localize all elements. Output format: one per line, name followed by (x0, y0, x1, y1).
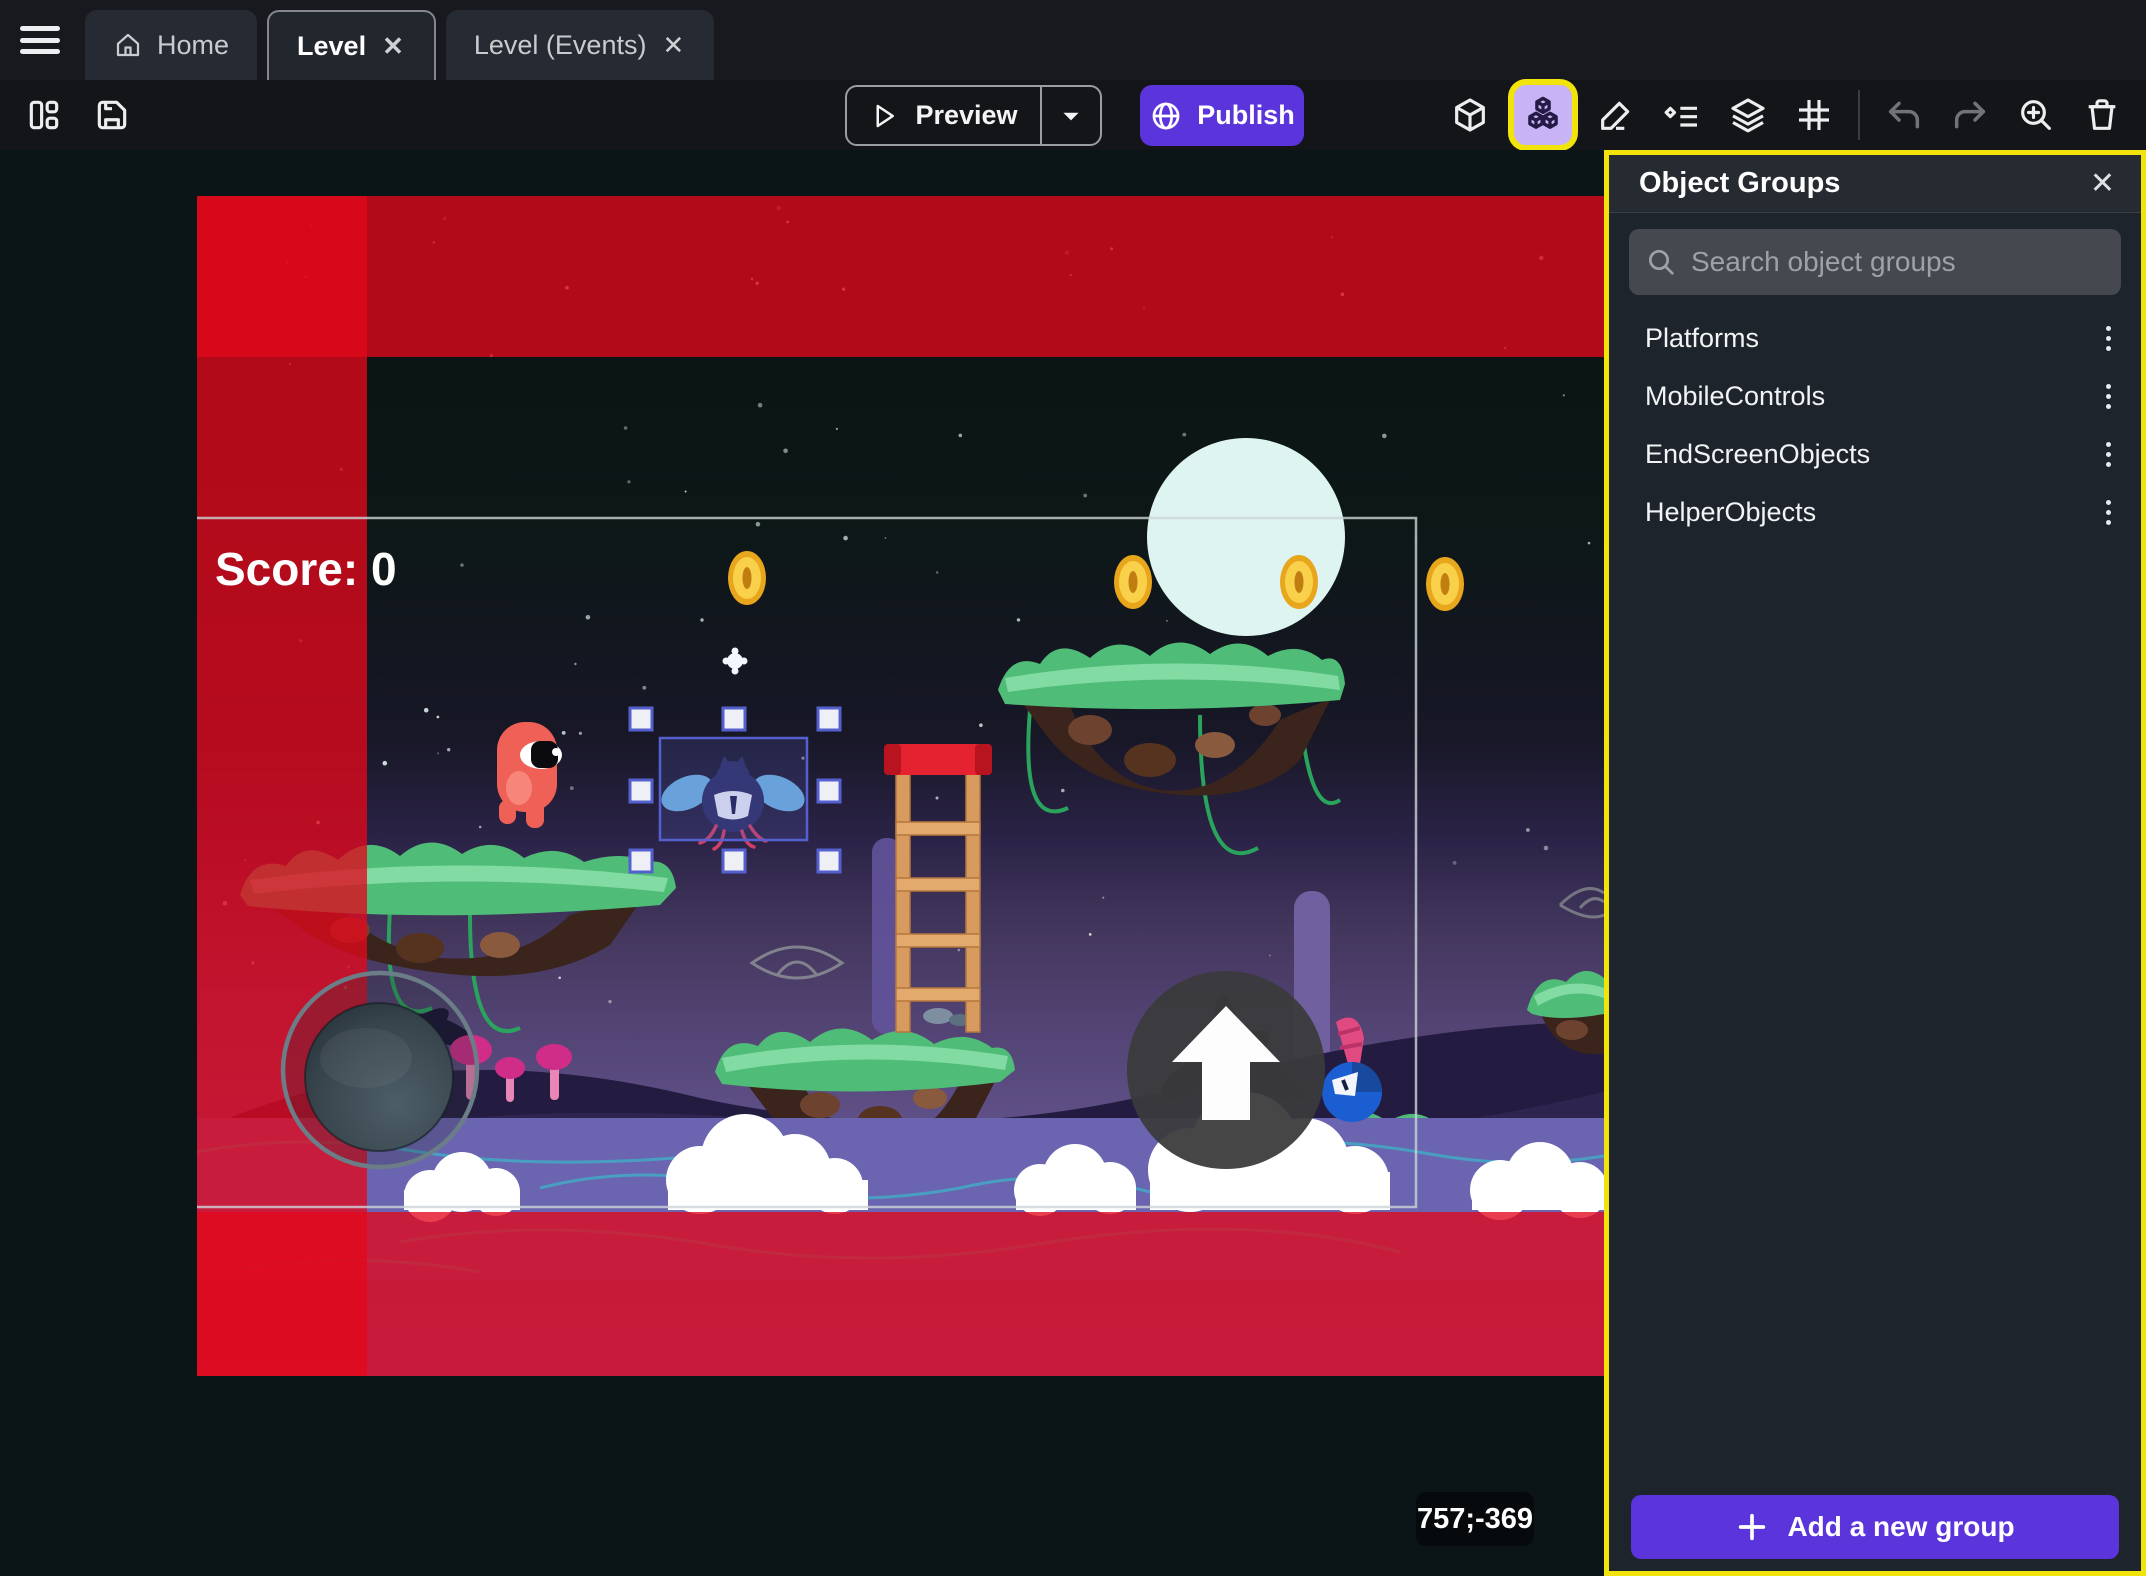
main-menu-button[interactable] (18, 22, 62, 58)
undo-icon[interactable] (1882, 93, 1926, 137)
tool-icon-strip (1448, 80, 2146, 150)
add-new-group-button[interactable]: Add a new group (1631, 1495, 2119, 1559)
tab-strip: Home Level ✕ Level (Events) ✕ (85, 10, 714, 80)
tab-bar: Home Level ✕ Level (Events) ✕ (0, 0, 2146, 80)
search-icon (1645, 246, 1677, 278)
preview-options-button[interactable] (1040, 87, 1100, 144)
chevron-down-icon (1058, 103, 1084, 129)
edit-scene-icon[interactable] (1594, 93, 1638, 137)
danger-zone-left[interactable] (197, 196, 367, 1376)
toolbar-separator (1858, 90, 1860, 140)
plus-icon (1735, 1510, 1769, 1544)
selection-handle[interactable] (818, 708, 840, 730)
search-box[interactable] (1629, 229, 2121, 295)
zoom-in-icon[interactable] (2014, 93, 2058, 137)
selection-handle[interactable] (723, 850, 745, 872)
more-options-icon[interactable] (2096, 378, 2121, 415)
selection-handle[interactable] (630, 780, 652, 802)
redo-icon[interactable] (1948, 93, 1992, 137)
cursor-coordinates-badge: 757;-369 (1416, 1492, 1534, 1546)
project-manager-icon[interactable] (24, 95, 64, 135)
selection-handle[interactable] (630, 850, 652, 872)
coin[interactable] (1114, 555, 1152, 609)
save-icon[interactable] (92, 95, 132, 135)
preview-button[interactable]: Preview (845, 85, 1102, 146)
close-icon[interactable]: ✕ (380, 31, 406, 62)
group-row-mobilecontrols[interactable]: MobileControls (1609, 367, 2141, 425)
selection-handle[interactable] (818, 780, 840, 802)
globe-icon (1149, 99, 1183, 133)
publish-button[interactable]: Publish (1140, 85, 1304, 146)
instances-list-icon[interactable] (1660, 93, 1704, 137)
hamburger-icon (20, 26, 60, 31)
toolbar: Preview Publish (0, 80, 2146, 150)
scene-render[interactable]: Score: 0 (197, 196, 1604, 1376)
preview-label: Preview (915, 100, 1017, 131)
danger-zone-top[interactable] (197, 196, 1604, 357)
tab-home[interactable]: Home (85, 10, 257, 80)
group-row-helperobjects[interactable]: HelperObjects (1609, 483, 2141, 541)
home-icon (113, 30, 143, 60)
tab-level[interactable]: Level ✕ (267, 10, 436, 80)
moon[interactable] (1147, 438, 1345, 636)
scene-editor-canvas[interactable]: Score: 0 757;-369 (0, 150, 1604, 1576)
tab-label: Level (297, 31, 366, 62)
layers-icon[interactable] (1726, 93, 1770, 137)
group-list: Platforms MobileControls EndScreenObject… (1609, 309, 2141, 541)
gdevelop-editor-window: Home Level ✕ Level (Events) ✕ (0, 0, 2146, 1576)
selection-handle[interactable] (630, 708, 652, 730)
danger-zone-bottom[interactable] (197, 1212, 1604, 1376)
score-hud-text[interactable]: Score: 0 (215, 543, 397, 595)
close-icon[interactable]: ✕ (2090, 169, 2115, 199)
selection-rectangle[interactable] (660, 738, 807, 840)
publish-label: Publish (1197, 100, 1295, 131)
coin[interactable] (1426, 557, 1464, 611)
panel-title: Object Groups (1639, 167, 1840, 200)
more-options-icon[interactable] (2096, 436, 2121, 473)
jump-button[interactable] (1127, 971, 1325, 1169)
trash-icon[interactable] (2080, 93, 2124, 137)
panel-header: Object Groups ✕ (1609, 155, 2141, 213)
tab-label: Home (157, 30, 229, 61)
close-icon[interactable]: ✕ (660, 30, 686, 61)
virtual-joystick[interactable] (283, 973, 477, 1167)
selection-handle[interactable] (818, 850, 840, 872)
tab-label: Level (Events) (474, 30, 647, 61)
play-icon (869, 101, 899, 131)
group-row-endscreenobjects[interactable]: EndScreenObjects (1609, 425, 2141, 483)
objects-icon[interactable] (1448, 93, 1492, 137)
search-input[interactable] (1691, 246, 2105, 278)
grid-icon[interactable] (1792, 93, 1836, 137)
tab-level-events[interactable]: Level (Events) ✕ (446, 10, 714, 80)
group-row-platforms[interactable]: Platforms (1609, 309, 2141, 367)
object-groups-icon[interactable] (1514, 85, 1572, 145)
selection-handle[interactable] (723, 708, 745, 730)
more-options-icon[interactable] (2096, 320, 2121, 357)
object-groups-panel: Object Groups ✕ Platforms MobileControls… (1604, 150, 2146, 1576)
coin[interactable] (728, 551, 766, 605)
coin[interactable] (1280, 555, 1318, 609)
more-options-icon[interactable] (2096, 494, 2121, 531)
